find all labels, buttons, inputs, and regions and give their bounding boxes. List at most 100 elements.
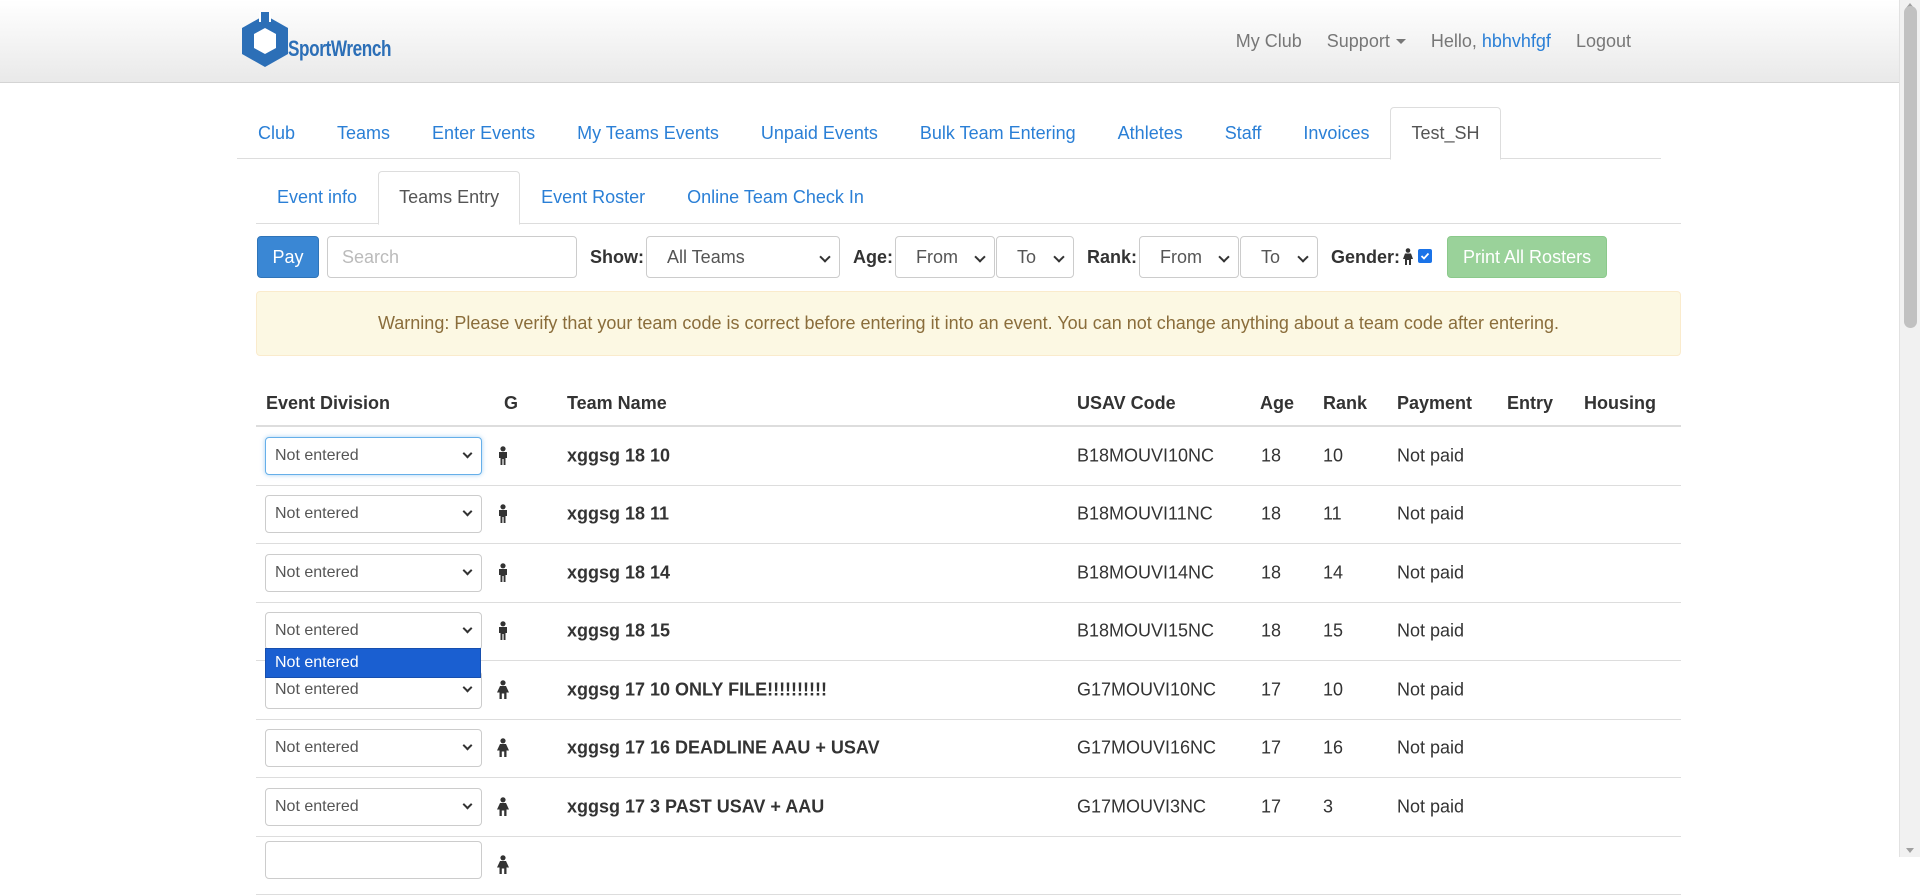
event-division-value: Not entered bbox=[275, 564, 359, 582]
female-icon bbox=[1402, 248, 1414, 266]
sportwrench-logo[interactable]: SportWrench bbox=[236, 12, 420, 68]
show-select[interactable]: All Teams bbox=[646, 236, 840, 278]
male-icon bbox=[496, 504, 510, 524]
header-age: Age bbox=[1260, 393, 1294, 414]
event-division-select[interactable]: Not entered bbox=[265, 437, 482, 475]
tab-event-roster[interactable]: Event Roster bbox=[520, 171, 666, 224]
payment-status: Not paid bbox=[1397, 504, 1464, 525]
team-age: 18 bbox=[1261, 562, 1281, 583]
brand-name: SportWrench bbox=[288, 36, 391, 62]
team-age: 18 bbox=[1261, 504, 1281, 525]
team-rank: 10 bbox=[1323, 445, 1343, 466]
scrollbar-thumb[interactable] bbox=[1904, 6, 1917, 328]
print-all-rosters-button[interactable]: Print All Rosters bbox=[1447, 236, 1607, 278]
event-division-select[interactable]: Not entered bbox=[265, 612, 482, 650]
filter-toolbar: Pay Show: All Teams Age: From To Rank: F… bbox=[257, 236, 1607, 278]
usav-code: B18MOUVI10NC bbox=[1077, 445, 1214, 466]
chevron-down-icon bbox=[1218, 251, 1229, 262]
female-icon bbox=[496, 738, 510, 758]
team-name[interactable]: xggsg 18 10 bbox=[567, 445, 670, 466]
tab-teams-entry[interactable]: Teams Entry bbox=[378, 171, 520, 225]
usav-code: G17MOUVI3NC bbox=[1077, 796, 1206, 817]
age-from-value: From bbox=[916, 247, 958, 268]
division-dropdown-option[interactable]: Not entered bbox=[265, 648, 481, 678]
header-usav-code: USAV Code bbox=[1077, 393, 1176, 414]
tab-test-sh[interactable]: Test_SH bbox=[1390, 107, 1500, 160]
nav-logout[interactable]: Logout bbox=[1576, 31, 1631, 52]
team-name[interactable]: xggsg 17 3 PAST USAV + AAU bbox=[567, 796, 824, 817]
team-name[interactable]: xggsg 18 15 bbox=[567, 621, 670, 642]
event-division-select[interactable] bbox=[265, 841, 482, 879]
table-header: Event Division G Team Name USAV Code Age… bbox=[256, 381, 1681, 427]
nav-username[interactable]: hbhvhfgf bbox=[1482, 31, 1551, 51]
tab-club[interactable]: Club bbox=[237, 107, 316, 159]
event-division-select[interactable]: Not entered bbox=[265, 495, 482, 533]
chevron-down-icon bbox=[463, 799, 473, 809]
header-rank: Rank bbox=[1323, 393, 1367, 414]
show-select-value: All Teams bbox=[667, 247, 745, 268]
usav-code: B18MOUVI14NC bbox=[1077, 562, 1214, 583]
chevron-down-icon bbox=[463, 565, 473, 575]
main-tabs: Club Teams Enter Events My Teams Events … bbox=[237, 107, 1661, 159]
gender-checkbox[interactable] bbox=[1418, 249, 1432, 263]
warning-text: Warning: Please verify that your team co… bbox=[378, 313, 1559, 334]
team-age: 18 bbox=[1261, 445, 1281, 466]
payment-status: Not paid bbox=[1397, 621, 1464, 642]
chevron-down-icon bbox=[974, 251, 985, 262]
team-name[interactable]: xggsg 17 10 ONLY FILE!!!!!!!!!! bbox=[567, 679, 827, 700]
tab-staff[interactable]: Staff bbox=[1204, 107, 1283, 159]
top-navbar: SportWrench My Club Support Hello, hbhvh… bbox=[0, 0, 1899, 83]
tab-athletes[interactable]: Athletes bbox=[1097, 107, 1204, 159]
rank-to-select[interactable]: To bbox=[1240, 236, 1318, 278]
team-name[interactable]: xggsg 18 14 bbox=[567, 562, 670, 583]
scroll-down-icon[interactable] bbox=[1906, 848, 1914, 853]
event-division-select[interactable]: Not entered bbox=[265, 554, 482, 592]
rank-from-select[interactable]: From bbox=[1139, 236, 1239, 278]
rank-from-value: From bbox=[1160, 247, 1202, 268]
search-input[interactable] bbox=[327, 236, 577, 278]
payment-status: Not paid bbox=[1397, 796, 1464, 817]
tab-my-teams-events[interactable]: My Teams Events bbox=[556, 107, 740, 159]
header-housing: Housing bbox=[1584, 393, 1656, 414]
team-rank: 11 bbox=[1323, 504, 1342, 525]
tab-invoices[interactable]: Invoices bbox=[1282, 107, 1390, 159]
header-g: G bbox=[504, 393, 518, 414]
tab-bulk-team-entering[interactable]: Bulk Team Entering bbox=[899, 107, 1097, 159]
tab-unpaid-events[interactable]: Unpaid Events bbox=[740, 107, 899, 159]
header-team-name: Team Name bbox=[567, 393, 667, 414]
teams-table: Event Division G Team Name USAV Code Age… bbox=[256, 381, 1681, 895]
tab-event-info[interactable]: Event info bbox=[256, 171, 378, 224]
page-scrollbar[interactable] bbox=[1899, 0, 1920, 857]
pay-button[interactable]: Pay bbox=[257, 236, 319, 278]
chevron-down-icon bbox=[463, 682, 473, 692]
tab-teams[interactable]: Teams bbox=[316, 107, 411, 159]
team-age: 18 bbox=[1261, 621, 1281, 642]
nav-support[interactable]: Support bbox=[1327, 31, 1406, 52]
chevron-down-icon bbox=[819, 251, 830, 262]
team-name[interactable]: xggsg 17 16 DEADLINE AAU + USAV bbox=[567, 738, 880, 759]
header-event-division: Event Division bbox=[266, 393, 390, 414]
table-row bbox=[256, 837, 1681, 895]
gender-label: Gender: bbox=[1331, 247, 1400, 268]
team-name[interactable]: xggsg 18 11 bbox=[567, 504, 669, 525]
event-division-value: Not entered bbox=[275, 622, 359, 640]
tab-enter-events[interactable]: Enter Events bbox=[411, 107, 556, 159]
payment-status: Not paid bbox=[1397, 738, 1464, 759]
tab-online-team-check-in[interactable]: Online Team Check In bbox=[666, 171, 885, 224]
chevron-down-icon bbox=[1053, 251, 1064, 262]
event-division-value: Not entered bbox=[275, 681, 359, 699]
event-division-select[interactable]: Not entered bbox=[265, 788, 482, 826]
event-division-select[interactable]: Not entered bbox=[265, 729, 482, 767]
show-label: Show: bbox=[590, 247, 644, 268]
age-to-select[interactable]: To bbox=[996, 236, 1074, 278]
age-from-select[interactable]: From bbox=[895, 236, 995, 278]
chevron-down-icon bbox=[463, 741, 473, 751]
nav-my-club[interactable]: My Club bbox=[1236, 31, 1302, 52]
male-icon bbox=[496, 621, 510, 641]
table-row: Not enteredxggsg 18 11B18MOUVI11NC1811No… bbox=[256, 486, 1681, 545]
rank-to-value: To bbox=[1261, 247, 1280, 268]
nav-support-label: Support bbox=[1327, 31, 1390, 51]
female-icon bbox=[496, 855, 510, 875]
wrench-hex-icon bbox=[236, 12, 294, 68]
chevron-down-icon bbox=[463, 448, 473, 458]
